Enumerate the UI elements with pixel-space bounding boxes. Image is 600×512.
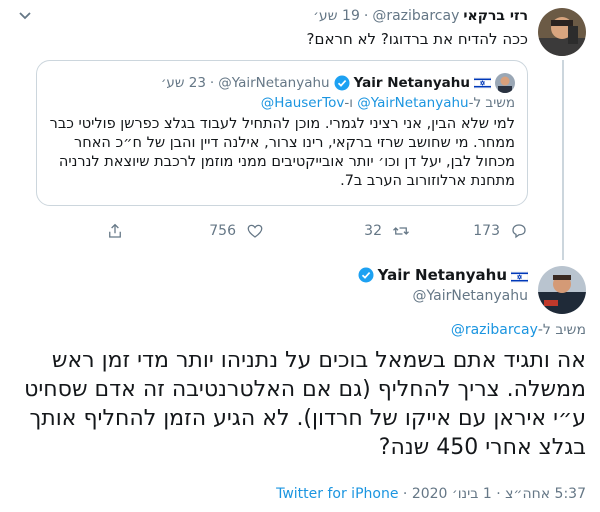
like-icon: [247, 224, 263, 238]
main-reply-prefix: משיב ל-: [537, 322, 586, 338]
israel-flag-icon: [510, 269, 529, 284]
parent-tweet-display-name[interactable]: רזי ברקאי: [463, 8, 528, 24]
like-count: 756: [209, 223, 236, 239]
main-tweet-separator-1: ·: [496, 486, 501, 502]
like-button[interactable]: 756: [209, 222, 264, 240]
quoted-tweet-display-name[interactable]: Yair Netanyahu: [354, 75, 470, 91]
israel-flag-icon: [473, 76, 492, 90]
main-reply-to[interactable]: @razibarcay: [451, 322, 538, 338]
share-button[interactable]: [106, 222, 124, 240]
verified-badge-icon: [358, 267, 374, 283]
main-tweet-text: אה ותגיד אתם בשמאל בוכים על נתניהו יותר …: [24, 348, 586, 460]
quoted-reply-to-1[interactable]: @YairNetanyahu: [357, 95, 468, 111]
quoted-tweet-time: 23 שע׳: [160, 75, 206, 91]
quoted-reply-and: ו-: [344, 95, 358, 111]
main-tweet-display-name[interactable]: Yair Netanyahu: [378, 266, 507, 284]
main-tweet-name-row: Yair Netanyahu: [358, 266, 529, 284]
parent-tweet-avatar[interactable]: [538, 8, 586, 56]
main-tweet-separator-2: ·: [402, 486, 408, 502]
quoted-tweet-avatar: [495, 73, 515, 93]
tweet-action-bar: 173 32 756: [0, 222, 600, 242]
reply-button[interactable]: 173: [473, 222, 528, 240]
parent-tweet-header: רזי ברקאי @razibarcay · 19 שע׳: [313, 8, 528, 24]
retweet-icon: [393, 227, 409, 235]
main-tweet-handle[interactable]: @YairNetanyahu: [413, 288, 529, 304]
main-tweet-meta: 5:37 אחה״צ · 1 בינו׳ 2020 · Twitter for …: [276, 486, 586, 502]
retweet-button[interactable]: 32: [364, 222, 410, 240]
main-tweet-avatar[interactable]: [538, 266, 586, 314]
chevron-down-icon[interactable]: [18, 10, 32, 25]
quoted-tweet-reply-line: משיב ל-@YairNetanyahu ו-@HauserTov: [261, 95, 515, 111]
reply-icon: [512, 224, 526, 239]
parent-tweet-handle[interactable]: @razibarcay: [372, 8, 459, 24]
quoted-tweet-separator: ·: [209, 75, 215, 91]
retweet-count: 32: [364, 223, 382, 239]
main-tweet-reply-line: משיב ל-@razibarcay: [451, 322, 586, 338]
quoted-tweet-header: Yair Netanyahu @YairNetanyahu · 23 שע׳: [161, 73, 515, 93]
quoted-reply-to-2[interactable]: @HauserTov: [261, 95, 345, 111]
verified-badge-icon: [334, 75, 350, 91]
main-tweet-time[interactable]: 5:37 אחה״צ: [505, 486, 586, 502]
parent-tweet-separator: ·: [363, 8, 369, 24]
parent-tweet-text: ככה להדיח את ברדוגו? לא חראם?: [306, 30, 528, 48]
quoted-tweet-text: למי שלא הבין, אני רציני לגמרי. מוכן להתח…: [49, 116, 515, 189]
main-tweet-source[interactable]: Twitter for iPhone: [276, 486, 398, 502]
quoted-tweet-card[interactable]: Yair Netanyahu @YairNetanyahu · 23 שע׳ מ…: [36, 60, 528, 206]
parent-tweet-time[interactable]: 19 שע׳: [313, 8, 360, 24]
quoted-reply-prefix: משיב ל-: [468, 95, 515, 111]
quoted-tweet-handle: @YairNetanyahu: [218, 75, 330, 91]
share-icon: [109, 223, 121, 238]
main-tweet-date[interactable]: 1 בינו׳ 2020: [412, 486, 492, 502]
reply-count: 173: [473, 223, 500, 239]
